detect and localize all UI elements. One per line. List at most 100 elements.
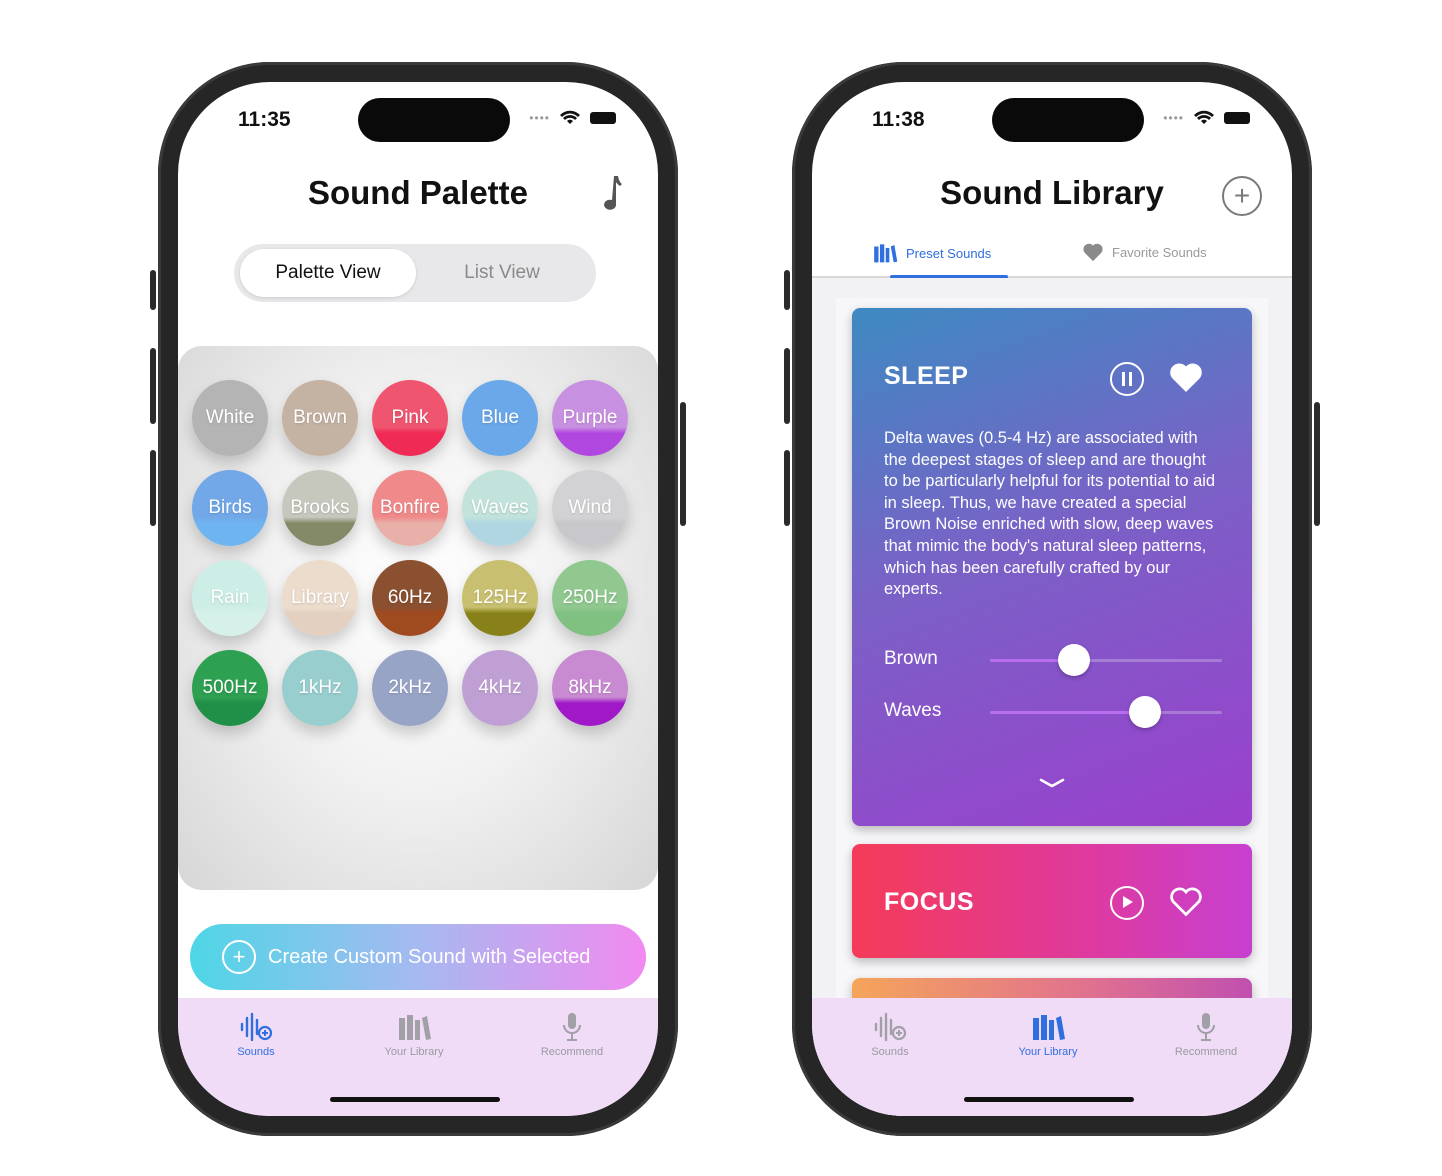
sound-circle-4khz[interactable]: 4kHz	[462, 650, 538, 726]
slider-brown-label: Brown	[884, 648, 938, 669]
phone-power-button	[1314, 402, 1320, 526]
tab-preset-sounds[interactable]: Preset Sounds	[872, 242, 991, 264]
screen: 11:35 •••• Sound Palette Palette View Li…	[178, 82, 658, 1116]
create-custom-sound-button[interactable]: + Create Custom Sound with Selected	[190, 924, 646, 990]
play-button[interactable]	[1110, 886, 1144, 920]
status-icons: ••••	[529, 110, 616, 126]
music-note-icon[interactable]	[594, 174, 624, 214]
microphone-icon	[1197, 1013, 1215, 1041]
sleep-description: Delta waves (0.5-4 Hz) are associated wi…	[884, 429, 1216, 599]
status-time: 11:38	[872, 108, 925, 131]
focus-title: FOCUS	[884, 888, 974, 916]
slider-waves-thumb[interactable]	[1129, 696, 1162, 728]
screen: 11:38 •••• Sound Library + Preset Sounds…	[812, 82, 1292, 1116]
sleep-title: SLEEP	[884, 362, 969, 390]
sound-circle-label: Pink	[391, 407, 429, 428]
sound-circle-brown[interactable]: Brown	[282, 380, 358, 456]
tab-bar: Sounds Your Library Recommend	[812, 998, 1292, 1116]
signal-icon: ••••	[529, 111, 550, 125]
sound-circle-brooks[interactable]: Brooks	[282, 470, 358, 546]
sound-circle-label: 60Hz	[387, 587, 433, 608]
sound-circle-label: 500Hz	[202, 677, 258, 698]
sound-circle-label: Wind	[568, 497, 612, 518]
sound-circle-label: 250Hz	[562, 587, 618, 608]
sound-circle-125hz[interactable]: 125Hz	[462, 560, 538, 636]
sound-circle-label: Blue	[480, 407, 520, 428]
slider-brown-thumb[interactable]	[1057, 644, 1090, 676]
phone-power-button	[680, 402, 686, 526]
phone-sound-palette: 11:35 •••• Sound Palette Palette View Li…	[150, 62, 686, 1136]
sound-circle-wind[interactable]: Wind	[552, 470, 628, 546]
home-indicator	[330, 1097, 500, 1102]
slider-waves-track[interactable]	[990, 696, 1222, 728]
tab-sounds[interactable]: Sounds	[830, 1012, 950, 1058]
slider-brown-track[interactable]	[990, 644, 1222, 676]
sound-circle-60hz[interactable]: 60Hz	[372, 560, 448, 636]
add-circle-icon[interactable]: +	[1222, 176, 1262, 216]
wifi-icon	[1194, 110, 1214, 124]
tab-preset-sounds-label: Preset Sounds	[906, 245, 992, 261]
page-title: Sound Library	[940, 174, 1164, 211]
tab-sounds[interactable]: Sounds	[196, 1012, 316, 1058]
slider-brown[interactable]: Brown	[884, 642, 1222, 678]
sound-circle-label: Library	[290, 587, 350, 608]
status-time: 11:35	[238, 108, 291, 131]
sound-circle-500hz[interactable]: 500Hz	[192, 650, 268, 726]
slider-waves[interactable]: Waves	[884, 694, 1222, 730]
sound-circle-purple[interactable]: Purple	[552, 380, 628, 456]
books-icon	[399, 1015, 431, 1040]
segment-list-view[interactable]: List View	[414, 249, 590, 297]
sound-circle-waves[interactable]: Waves	[462, 470, 538, 546]
sound-circle-white[interactable]: White	[192, 380, 268, 456]
sound-circle-birds[interactable]: Birds	[192, 470, 268, 546]
sound-circle-label: Birds	[208, 497, 252, 518]
sound-palette-grid-area: White Brown Pink Blue Purple Birds Brooks Bonfi…	[178, 346, 658, 890]
plus-circle-icon: +	[222, 940, 256, 974]
sound-circle-8khz[interactable]: 8kHz	[552, 650, 628, 726]
page-title: Sound Palette	[307, 174, 529, 211]
tab-recommend[interactable]: Recommend	[1146, 1012, 1266, 1058]
tab-favorite-sounds[interactable]: Favorite Sounds	[1082, 242, 1207, 262]
waveform-plus-icon	[874, 1012, 907, 1042]
wifi-icon	[560, 110, 580, 124]
segment-palette-view[interactable]: Palette View	[240, 249, 416, 297]
books-icon	[874, 244, 898, 263]
sleep-card[interactable]: SLEEP Delta waves (0.5-4 Hz) are associa…	[852, 308, 1252, 826]
sound-circle-label: Bonfire	[379, 497, 441, 518]
sound-circle-250hz[interactable]: 250Hz	[552, 560, 628, 636]
phone-volume-down	[784, 450, 790, 526]
create-custom-sound-label: Create Custom Sound with Selected	[268, 945, 591, 968]
library-tabs: Preset Sounds Favorite Sounds	[812, 232, 1292, 279]
sound-circle-label: Brooks	[290, 497, 350, 518]
play-icon	[1123, 896, 1133, 908]
heart-filled-icon[interactable]	[1168, 360, 1204, 394]
sound-circle-label: 8kHz	[568, 677, 612, 698]
tab-favorite-sounds-label: Favorite Sounds	[1112, 244, 1207, 260]
tab-your-library[interactable]: Your Library	[988, 1012, 1108, 1058]
sound-circle-library[interactable]: Library	[282, 560, 358, 636]
sound-circle-2khz[interactable]: 2kHz	[372, 650, 448, 726]
heart-outline-icon[interactable]	[1168, 884, 1204, 918]
sound-circle-1khz[interactable]: 1kHz	[282, 650, 358, 726]
sound-circle-pink[interactable]: Pink	[372, 380, 448, 456]
pause-button[interactable]	[1110, 362, 1144, 396]
sound-circle-label: Purple	[562, 407, 618, 428]
phone-volume-up	[150, 348, 156, 424]
tab-recommend[interactable]: Recommend	[512, 1012, 632, 1058]
heart-icon	[1083, 243, 1103, 262]
focus-card[interactable]: FOCUS	[852, 844, 1252, 958]
sound-circle-blue[interactable]: Blue	[462, 380, 538, 456]
sound-circle-label: 2kHz	[388, 677, 432, 698]
chevron-down-icon[interactable]	[1038, 776, 1066, 790]
home-indicator	[964, 1097, 1134, 1102]
tab-recommend-label: Recommend	[540, 1046, 604, 1058]
battery-icon	[1224, 112, 1250, 124]
tab-your-library[interactable]: Your Library	[354, 1012, 474, 1058]
sound-circle-label: White	[205, 407, 255, 428]
waveform-plus-icon	[240, 1012, 273, 1042]
sound-circle-bonfire[interactable]: Bonfire	[372, 470, 448, 546]
microphone-icon	[563, 1013, 581, 1041]
sound-circle-rain[interactable]: Rain	[192, 560, 268, 636]
phone-sound-library: 11:38 •••• Sound Library + Preset Sounds…	[784, 62, 1320, 1136]
sound-grid: White Brown Pink Blue Purple Birds Brooks Bonfi…	[192, 380, 652, 726]
